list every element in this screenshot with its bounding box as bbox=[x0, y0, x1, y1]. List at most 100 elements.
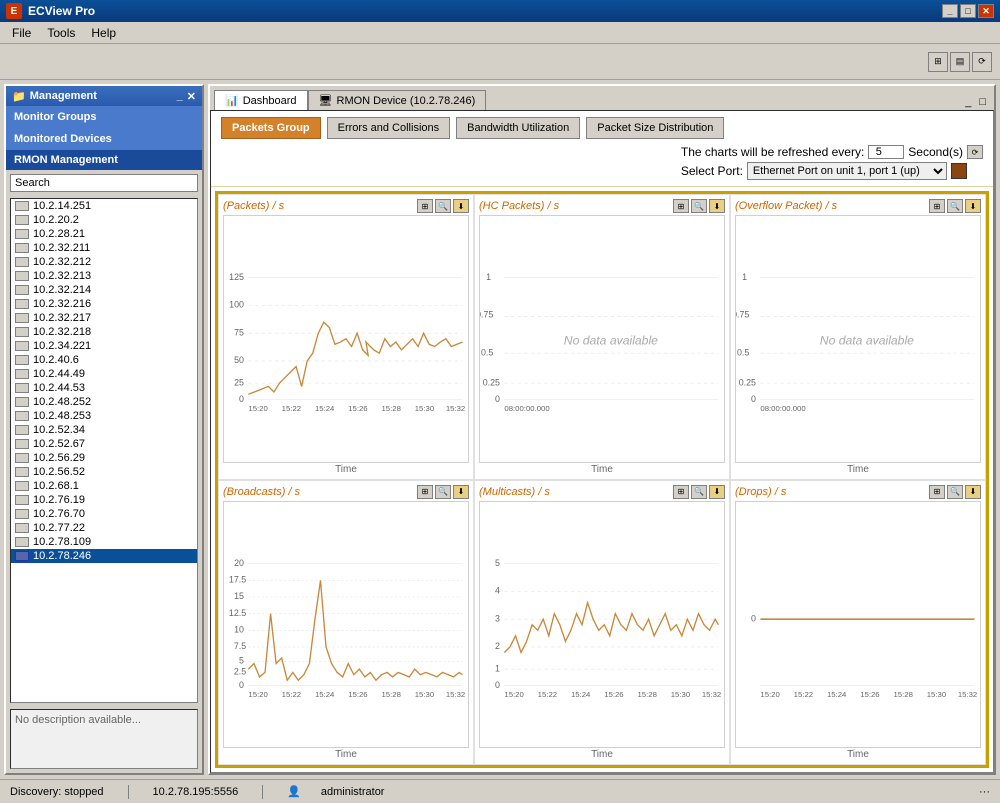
list-item-selected[interactable]: 10.2.78.246 bbox=[11, 549, 197, 563]
chart-packets-timelabel: Time bbox=[223, 464, 469, 475]
list-item[interactable]: 10.2.48.252 bbox=[11, 395, 197, 409]
toolbar-btn-2[interactable]: ▤ bbox=[950, 52, 970, 72]
chart-overflow-table-btn[interactable]: ⊞ bbox=[929, 199, 945, 213]
chart-multicasts-export-btn[interactable]: ⬇ bbox=[709, 485, 725, 499]
list-item[interactable]: 10.2.52.67 bbox=[11, 437, 197, 451]
tab-dashboard[interactable]: 📊 Dashboard bbox=[214, 90, 308, 110]
refresh-value-input[interactable] bbox=[868, 145, 904, 159]
chart-drops-export-btn[interactable]: ⬇ bbox=[965, 485, 981, 499]
list-item[interactable]: 10.2.32.211 bbox=[11, 241, 197, 255]
packet-size-distribution-button[interactable]: Packet Size Distribution bbox=[586, 117, 724, 139]
chart-broadcasts-buttons: ⊞ 🔍 ⬇ bbox=[417, 485, 469, 499]
chart-hc-export-btn[interactable]: ⬇ bbox=[709, 199, 725, 213]
search-input[interactable] bbox=[10, 174, 198, 192]
chart-overflow-zoom-btn[interactable]: 🔍 bbox=[947, 199, 963, 213]
list-item[interactable]: 10.2.77.22 bbox=[11, 521, 197, 535]
list-item[interactable]: 10.2.48.253 bbox=[11, 409, 197, 423]
svg-text:0: 0 bbox=[239, 679, 244, 689]
device-list[interactable]: 10.2.14.251 10.2.20.2 10.2.28.21 10.2.32… bbox=[10, 198, 198, 703]
maximize-button[interactable]: □ bbox=[960, 4, 976, 18]
chart-hc-zoom-btn[interactable]: 🔍 bbox=[691, 199, 707, 213]
list-item[interactable]: 10.2.32.212 bbox=[11, 255, 197, 269]
svg-text:15:26: 15:26 bbox=[348, 689, 367, 698]
left-panel-close[interactable]: ✕ bbox=[187, 90, 196, 103]
list-item[interactable]: 10.2.40.6 bbox=[11, 353, 197, 367]
chart-multicasts-buttons: ⊞ 🔍 ⬇ bbox=[673, 485, 725, 499]
svg-text:15:20: 15:20 bbox=[248, 404, 267, 413]
port-select[interactable]: Ethernet Port on unit 1, port 1 (up) bbox=[747, 162, 947, 180]
left-panel-minimize[interactable]: _ bbox=[177, 90, 183, 102]
panel-minimize[interactable]: _ bbox=[961, 94, 975, 110]
list-item[interactable]: 10.2.32.218 bbox=[11, 325, 197, 339]
svg-text:12.5: 12.5 bbox=[229, 607, 246, 617]
device-icon bbox=[15, 257, 29, 267]
list-item[interactable]: 10.2.44.49 bbox=[11, 367, 197, 381]
svg-text:5: 5 bbox=[239, 655, 244, 665]
chart-multicasts-area: 5 4 3 2 1 0 bbox=[479, 501, 725, 749]
tab-rmon-device[interactable]: 🖥 RMON Device (10.2.78.246) bbox=[308, 90, 487, 110]
svg-text:15:22: 15:22 bbox=[282, 404, 301, 413]
chart-drops-title: (Drops) / s bbox=[735, 486, 786, 498]
list-item[interactable]: 10.2.56.29 bbox=[11, 451, 197, 465]
chart-overflow: (Overflow Packet) / s ⊞ 🔍 ⬇ 1 0.75 0.5 0 bbox=[730, 194, 986, 480]
nav-monitored-devices[interactable]: Monitored Devices bbox=[6, 128, 202, 150]
chart-packets-zoom-btn[interactable]: 🔍 bbox=[435, 199, 451, 213]
chart-broadcasts-export-btn[interactable]: ⬇ bbox=[453, 485, 469, 499]
chart-drops-area: 0 15:20 15:22 15:24 15:26 15:28 15:30 15… bbox=[735, 501, 981, 749]
list-item[interactable]: 10.2.68.1 bbox=[11, 479, 197, 493]
minimize-button[interactable]: _ bbox=[942, 4, 958, 18]
packets-group-button[interactable]: Packets Group bbox=[221, 117, 321, 139]
menu-help[interactable]: Help bbox=[83, 24, 124, 42]
svg-text:0.75: 0.75 bbox=[480, 310, 493, 320]
status-sep-1 bbox=[128, 785, 129, 799]
list-item[interactable]: 10.2.32.216 bbox=[11, 297, 197, 311]
chart-multicasts-zoom-btn[interactable]: 🔍 bbox=[691, 485, 707, 499]
list-item[interactable]: 10.2.34.221 bbox=[11, 339, 197, 353]
chart-packets-export-btn[interactable]: ⬇ bbox=[453, 199, 469, 213]
list-item[interactable]: 10.2.52.34 bbox=[11, 423, 197, 437]
refresh-button[interactable]: ⟳ bbox=[967, 145, 983, 159]
nav-monitor-groups[interactable]: Monitor Groups bbox=[6, 106, 202, 128]
chart-hc-table-btn[interactable]: ⊞ bbox=[673, 199, 689, 213]
panel-maximize[interactable]: □ bbox=[975, 94, 990, 110]
chart-packets: (Packets) / s ⊞ 🔍 ⬇ 125 100 75 bbox=[218, 194, 474, 480]
list-item[interactable]: 10.2.56.52 bbox=[11, 465, 197, 479]
list-item[interactable]: 10.2.20.2 bbox=[11, 213, 197, 227]
list-item[interactable]: 10.2.32.214 bbox=[11, 283, 197, 297]
bandwidth-utilization-button[interactable]: Bandwidth Utilization bbox=[456, 117, 580, 139]
chart-overflow-export-btn[interactable]: ⬇ bbox=[965, 199, 981, 213]
svg-text:0: 0 bbox=[751, 613, 756, 623]
svg-text:08:00:00.000: 08:00:00.000 bbox=[504, 404, 549, 413]
chart-multicasts-table-btn[interactable]: ⊞ bbox=[673, 485, 689, 499]
close-button[interactable]: ✕ bbox=[978, 4, 994, 18]
list-item[interactable]: 10.2.76.70 bbox=[11, 507, 197, 521]
svg-text:25: 25 bbox=[234, 377, 244, 387]
list-item[interactable]: 10.2.76.19 bbox=[11, 493, 197, 507]
list-item[interactable]: 10.2.44.53 bbox=[11, 381, 197, 395]
app-title: ECView Pro bbox=[28, 4, 95, 18]
svg-text:2: 2 bbox=[495, 641, 500, 651]
toolbar-btn-1[interactable]: ⊞ bbox=[928, 52, 948, 72]
list-item[interactable]: 10.2.28.21 bbox=[11, 227, 197, 241]
menu-file[interactable]: File bbox=[4, 24, 39, 42]
chart-overflow-timelabel: Time bbox=[735, 464, 981, 475]
chart-broadcasts-table-btn[interactable]: ⊞ bbox=[417, 485, 433, 499]
svg-text:15:22: 15:22 bbox=[282, 689, 301, 698]
chart-drops-table-btn[interactable]: ⊞ bbox=[929, 485, 945, 499]
chart-broadcasts-zoom-btn[interactable]: 🔍 bbox=[435, 485, 451, 499]
list-item[interactable]: 10.2.78.109 bbox=[11, 535, 197, 549]
errors-collisions-button[interactable]: Errors and Collisions bbox=[327, 117, 450, 139]
list-item[interactable]: 10.2.32.217 bbox=[11, 311, 197, 325]
list-item[interactable]: 10.2.14.251 bbox=[11, 199, 197, 213]
chart-overflow-title: (Overflow Packet) / s bbox=[735, 200, 837, 212]
nav-rmon-management[interactable]: RMON Management bbox=[6, 150, 202, 170]
chart-overflow-titlebar: (Overflow Packet) / s ⊞ 🔍 ⬇ bbox=[735, 199, 981, 213]
chart-drops-zoom-btn[interactable]: 🔍 bbox=[947, 485, 963, 499]
list-item[interactable]: 10.2.32.213 bbox=[11, 269, 197, 283]
menu-bar: File Tools Help bbox=[0, 22, 1000, 44]
toolbar-btn-3[interactable]: ⟳ bbox=[972, 52, 992, 72]
chart-packets-table-btn[interactable]: ⊞ bbox=[417, 199, 433, 213]
svg-text:15:20: 15:20 bbox=[248, 689, 267, 698]
menu-tools[interactable]: Tools bbox=[39, 24, 83, 42]
title-bar: E ECView Pro _ □ ✕ bbox=[0, 0, 1000, 22]
